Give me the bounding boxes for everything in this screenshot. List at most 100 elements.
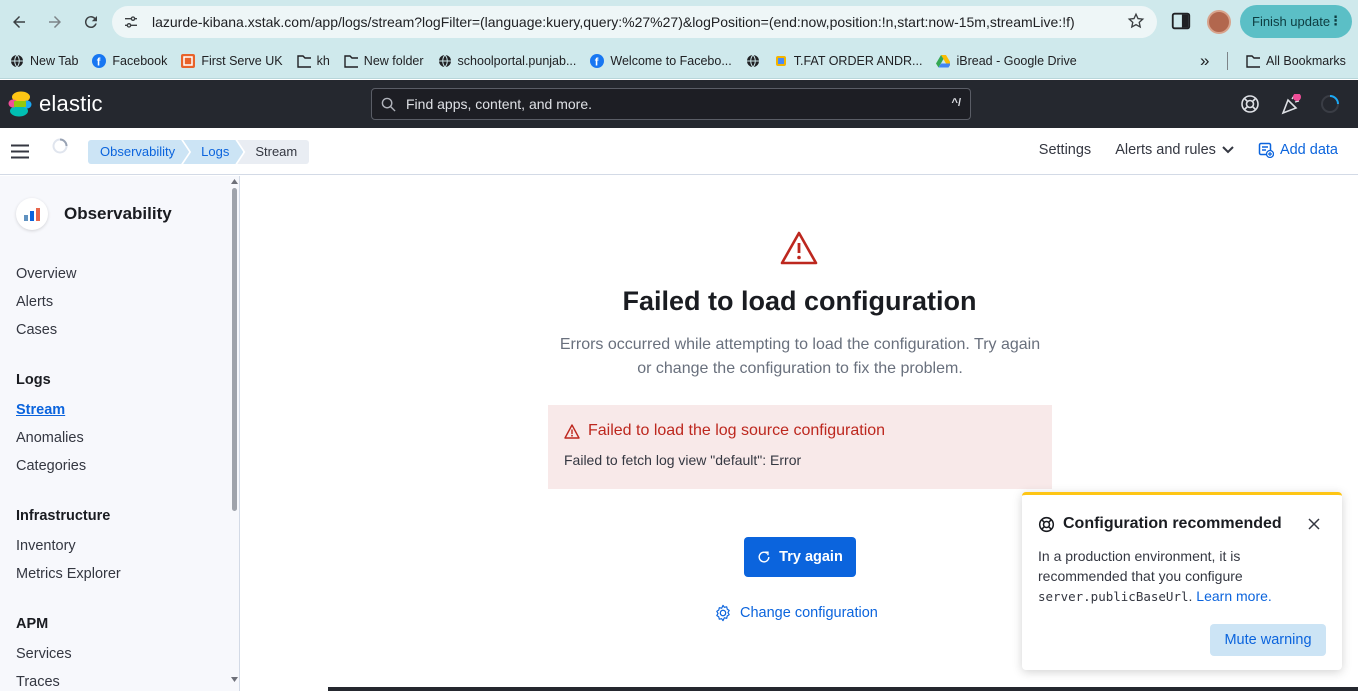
sidebar-scrollbar[interactable] xyxy=(230,176,239,691)
chevron-down-icon xyxy=(1222,146,1234,154)
refresh-icon xyxy=(758,551,770,563)
sidebar-group-logs: Logs xyxy=(16,372,51,388)
sidebar-nav: Observability Overview Alerts Cases Logs… xyxy=(0,176,240,691)
bookmark-new-folder[interactable]: New folder xyxy=(340,47,428,75)
sidebar-header: Observability xyxy=(16,198,172,230)
callout-title-text: Failed to load the log source configurat… xyxy=(588,422,886,439)
site-info-icon[interactable] xyxy=(116,7,146,37)
sidebar-item-inventory[interactable]: Inventory xyxy=(16,538,76,554)
bookmark-tfat-order[interactable]: T.FAT ORDER ANDR... xyxy=(770,47,927,75)
try-again-button[interactable]: Try again xyxy=(744,537,856,577)
forward-button[interactable] xyxy=(38,5,72,39)
add-data-icon xyxy=(1258,142,1274,158)
chevron-double-right-icon: » xyxy=(1200,51,1210,70)
breadcrumb-stream: Stream xyxy=(237,140,310,164)
bookmark-label: All Bookmarks xyxy=(1266,54,1346,68)
elastic-logo[interactable]: elastic xyxy=(8,91,103,117)
reload-button[interactable] xyxy=(74,5,108,39)
bookmark-new-tab[interactable]: New Tab xyxy=(6,47,82,75)
bookmark-label: schoolportal.punjab... xyxy=(457,54,577,68)
toast-body: In a production environment, it is recom… xyxy=(1038,546,1328,607)
sidebar-item-overview[interactable]: Overview xyxy=(16,266,76,282)
bookmark-label: Facebook xyxy=(112,54,168,68)
app-icon xyxy=(774,54,788,68)
error-title: Failed to load configuration xyxy=(622,286,977,316)
warning-triangle-icon xyxy=(780,231,818,270)
search-shortcut: ^/ xyxy=(951,97,961,109)
sidebar-item-metrics-explorer[interactable]: Metrics Explorer xyxy=(16,566,121,582)
breadcrumb-logs[interactable]: Logs xyxy=(183,140,243,164)
bookmark-untitled[interactable] xyxy=(742,47,764,75)
sidebar-item-services[interactable]: Services xyxy=(16,646,72,662)
sidebar-item-alerts[interactable]: Alerts xyxy=(16,294,53,310)
arrow-left-icon xyxy=(13,16,25,28)
search-icon xyxy=(381,97,396,112)
bookmark-ibread-drive[interactable]: iBread - Google Drive xyxy=(932,47,1080,75)
bookmark-label: T.FAT ORDER ANDR... xyxy=(793,54,923,68)
facebook-icon: f xyxy=(590,54,605,68)
toast-body-code: server.publicBaseUrl xyxy=(1038,589,1189,604)
learn-more-link[interactable]: Learn more. xyxy=(1196,588,1271,604)
add-data-link[interactable]: Add data xyxy=(1258,142,1338,158)
bookmark-label: First Serve UK xyxy=(201,54,283,68)
logo-text: elastic xyxy=(39,91,103,116)
address-bar[interactable]: lazurde-kibana.xstak.com/app/logs/stream… xyxy=(112,6,1157,38)
scroll-up-arrow-icon[interactable] xyxy=(231,179,238,184)
bookmark-schoolportal[interactable]: schoolportal.punjab... xyxy=(434,47,581,75)
sidebar-group-infrastructure: Infrastructure xyxy=(16,508,111,524)
config-warning-toast: Configuration recommended In a productio… xyxy=(1022,492,1342,670)
sidebar-item-categories[interactable]: Categories xyxy=(16,458,86,474)
help-lifebuoy-icon[interactable] xyxy=(1240,94,1260,119)
all-bookmarks-button[interactable]: All Bookmarks xyxy=(1242,47,1350,75)
sidebar-group-apm: APM xyxy=(16,616,49,632)
add-data-label: Add data xyxy=(1279,142,1338,158)
back-button[interactable] xyxy=(2,5,36,39)
callout-title: Failed to load the log source configurat… xyxy=(564,422,1036,440)
bookmark-welcome-facebook[interactable]: f Welcome to Facebo... xyxy=(586,47,735,75)
reload-icon xyxy=(84,16,97,29)
sidebar-item-traces[interactable]: Traces xyxy=(16,674,60,690)
bookmark-label: iBread - Google Drive xyxy=(956,54,1077,68)
callout-body: Failed to fetch log view "default": Erro… xyxy=(564,452,802,468)
bookmark-first-serve[interactable]: First Serve UK xyxy=(177,47,286,75)
settings-link[interactable]: Settings xyxy=(1039,142,1091,158)
close-icon[interactable] xyxy=(1308,517,1320,535)
scroll-thumb[interactable] xyxy=(232,188,237,511)
breadcrumb-observability[interactable]: Observability xyxy=(88,140,189,164)
finish-update-button[interactable]: Finish update ⋮ xyxy=(1240,5,1352,38)
folder-icon xyxy=(1246,54,1260,68)
alerts-and-rules-menu[interactable]: Alerts and rules xyxy=(1115,142,1234,158)
bookmarks-divider xyxy=(1227,52,1228,70)
global-search-input[interactable]: Find apps, content, and more. ^/ xyxy=(371,88,971,120)
search-placeholder: Find apps, content, and more. xyxy=(406,96,592,112)
help-lifebuoy-icon xyxy=(1038,516,1055,532)
sidebar-item-anomalies[interactable]: Anomalies xyxy=(16,430,84,446)
sidebar-item-cases[interactable]: Cases xyxy=(16,322,57,338)
folder-icon xyxy=(296,54,311,68)
svg-text:f: f xyxy=(97,57,101,69)
header-actions: Settings Alerts and rules Add data xyxy=(1015,142,1338,158)
bookmark-facebook[interactable]: f Facebook xyxy=(88,47,171,75)
more-bookmarks-button[interactable]: » xyxy=(1196,47,1213,75)
sidebar-item-stream[interactable]: Stream xyxy=(16,402,65,418)
error-description: Errors occurred while attempting to load… xyxy=(559,336,1041,377)
bookmark-star-icon[interactable] xyxy=(1127,12,1145,35)
error-callout: Failed to load the log source configurat… xyxy=(548,405,1052,489)
menu-icon[interactable] xyxy=(11,144,29,164)
url-text: lazurde-kibana.xstak.com/app/logs/stream… xyxy=(152,14,1075,30)
profile-avatar[interactable] xyxy=(1207,10,1231,34)
change-configuration-label: Change configuration xyxy=(740,605,878,621)
drive-icon xyxy=(936,54,951,68)
scroll-down-arrow-icon[interactable] xyxy=(231,677,238,682)
mute-warning-button[interactable]: Mute warning xyxy=(1210,624,1326,656)
toast-body-text: In a production environment, it is recom… xyxy=(1038,548,1243,584)
news-feed-icon[interactable] xyxy=(1280,93,1302,121)
loading-indicator-icon xyxy=(1320,94,1340,119)
sidebar-title: Observability xyxy=(64,204,172,223)
alerts-label: Alerts and rules xyxy=(1115,142,1216,158)
bookmark-kh[interactable]: kh xyxy=(293,47,334,75)
side-panel-icon[interactable] xyxy=(1170,10,1192,37)
alert-icon xyxy=(564,423,580,439)
change-configuration-link[interactable]: Change configuration xyxy=(714,604,878,622)
bookmarks-bar: New Tab f Facebook First Serve UK kh New… xyxy=(0,44,1358,79)
